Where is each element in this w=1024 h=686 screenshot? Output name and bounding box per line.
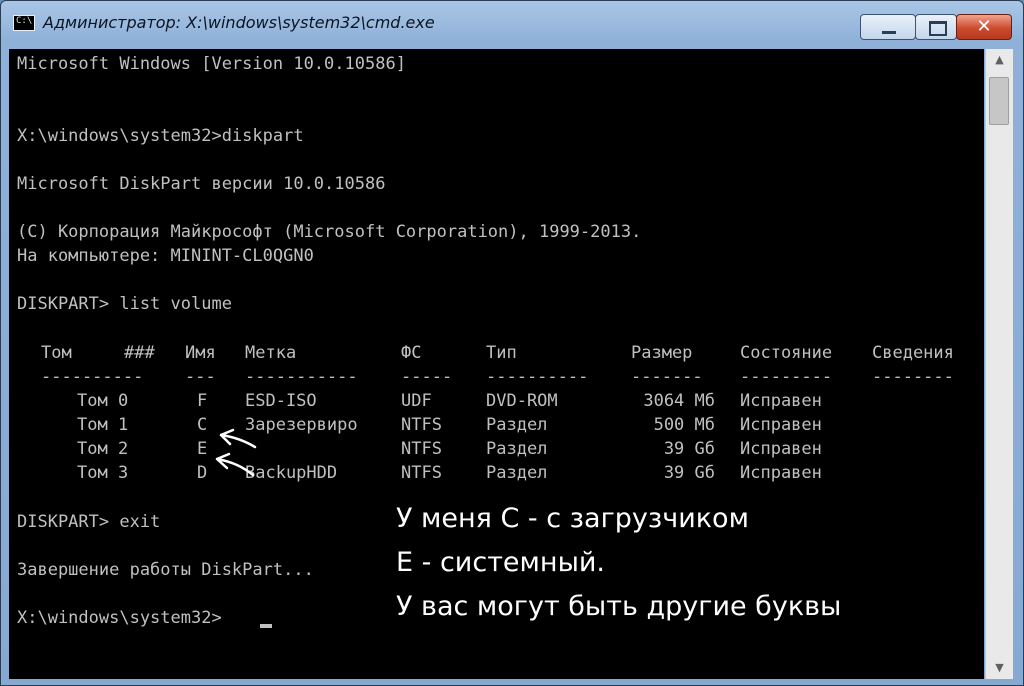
scrollbar-thumb[interactable] <box>989 77 1009 125</box>
vertical-scrollbar[interactable]: ▲ ▼ <box>985 49 1013 679</box>
cmd-icon-text: C:\ <box>16 16 33 26</box>
arrow-to-c-icon <box>219 428 257 449</box>
scroll-up-icon[interactable]: ▲ <box>986 49 1013 71</box>
annotation-arrows <box>215 428 257 477</box>
arrow-to-e-icon <box>215 452 255 477</box>
minimize-icon <box>882 31 896 34</box>
annotation-line-3: У вас могут быть другие буквы <box>396 591 842 622</box>
cmd-window: C:\ Администратор: X:\windows\system32\c… <box>0 0 1024 686</box>
close-icon: ✕ <box>976 16 992 37</box>
text-cursor <box>260 624 272 628</box>
title-bar[interactable]: C:\ Администратор: X:\windows\system32\c… <box>1 1 1023 41</box>
console-line-exit-command: DISKPART> exit <box>17 512 161 532</box>
annotation-line-2: Е - системный. <box>396 547 606 578</box>
cmd-app-icon[interactable]: C:\ <box>13 15 35 31</box>
console-output[interactable]: Microsoft Windows [Version 10.0.10586] X… <box>9 49 984 679</box>
console-line-exit-message: Завершение работы DiskPart... <box>17 560 314 580</box>
console-prompt[interactable]: X:\windows\system32> <box>17 608 222 628</box>
annotation-line-1: У меня С - с загрузчиком <box>396 503 749 534</box>
maximize-button[interactable] <box>915 14 957 40</box>
minimize-button[interactable] <box>860 14 916 40</box>
scroll-down-icon[interactable]: ▼ <box>986 657 1013 679</box>
window-title: Администратор: X:\windows\system32\cmd.e… <box>43 13 435 32</box>
close-button[interactable]: ✕ <box>956 14 1012 40</box>
maximize-icon <box>929 21 947 36</box>
